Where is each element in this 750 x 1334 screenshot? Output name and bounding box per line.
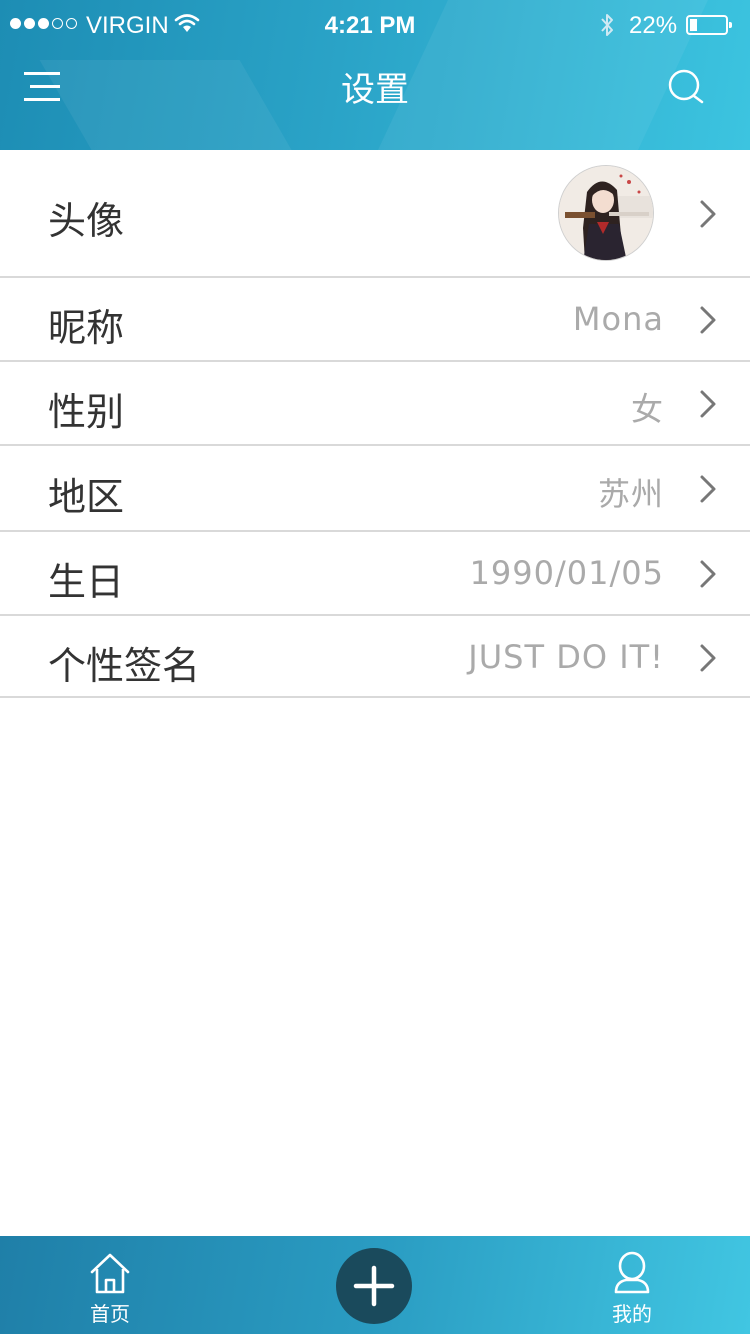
row-label: 地区 xyxy=(48,475,125,519)
chevron-right-icon xyxy=(700,644,716,672)
chevron-right-icon xyxy=(700,390,716,418)
plus-icon xyxy=(353,1265,395,1307)
user-icon xyxy=(614,1251,650,1294)
tab-home-label: 首页 xyxy=(90,1302,130,1326)
avatar[interactable] xyxy=(558,165,654,261)
row-label: 个性签名 xyxy=(48,644,201,688)
battery-percentage: 22% xyxy=(629,12,678,39)
app-header: VIRGIN 4:21 PM 22% 设置 xyxy=(0,0,750,150)
row-value: 1990/01/05 xyxy=(469,554,664,592)
settings-row-gender[interactable]: 性别 女 xyxy=(0,362,750,446)
settings-row-nickname[interactable]: 昵称 Mona xyxy=(0,278,750,362)
bluetooth-icon xyxy=(601,14,613,36)
battery-icon xyxy=(686,15,732,35)
row-label: 性别 xyxy=(48,390,125,434)
search-icon xyxy=(668,69,704,104)
row-label: 生日 xyxy=(48,560,125,604)
battery-fill xyxy=(690,19,697,31)
row-value: 女 xyxy=(630,390,664,428)
avatar-image xyxy=(559,166,653,260)
settings-row-birthday[interactable]: 生日 1990/01/05 xyxy=(0,532,750,616)
status-bar: VIRGIN 4:21 PM 22% xyxy=(0,0,750,50)
settings-row-avatar[interactable]: 头像 xyxy=(0,150,750,278)
settings-row-signature[interactable]: 个性签名 JUST DO IT! xyxy=(0,616,750,698)
tab-mine-label: 我的 xyxy=(612,1302,652,1326)
tab-home[interactable]: 首页 xyxy=(50,1236,170,1334)
page-title: 设置 xyxy=(341,70,409,110)
row-value: JUST DO IT! xyxy=(468,638,664,676)
add-button[interactable] xyxy=(336,1248,412,1324)
row-value: 苏州 xyxy=(597,475,664,513)
chevron-right-icon xyxy=(700,200,716,228)
settings-row-region[interactable]: 地区 苏州 xyxy=(0,446,750,532)
row-label: 头像 xyxy=(48,199,125,243)
search-button[interactable] xyxy=(664,66,708,110)
settings-list: 头像 昵称 Mona 性别 女 地区 苏州 生日 1990/01/05 个性签名… xyxy=(0,150,750,698)
battery-cap xyxy=(729,22,732,28)
chevron-right-icon xyxy=(700,306,716,334)
row-value: Mona xyxy=(572,300,664,338)
home-icon xyxy=(90,1253,130,1294)
bottom-tab-bar: 首页 我的 xyxy=(0,1236,750,1334)
chevron-right-icon xyxy=(700,475,716,503)
chevron-right-icon xyxy=(700,560,716,588)
tab-mine[interactable]: 我的 xyxy=(572,1236,692,1334)
row-label: 昵称 xyxy=(48,306,125,350)
